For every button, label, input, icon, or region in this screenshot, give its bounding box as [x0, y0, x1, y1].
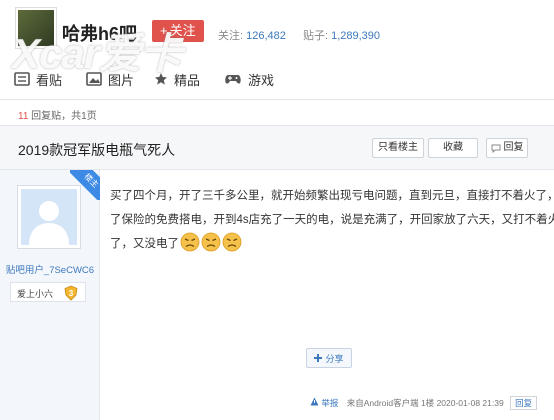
- posts-count: 1,289,390: [331, 30, 381, 42]
- post-title: 2019款冠军版电瓶气死人: [18, 142, 176, 158]
- only-op-button[interactable]: 只看楼主: [372, 138, 424, 158]
- report-link[interactable]: 举报: [321, 398, 338, 408]
- reply-page-info: 回复贴，共1页: [28, 111, 97, 122]
- client-source: 来自Android客户端: [346, 398, 419, 408]
- angry-emoji-icon: [222, 232, 242, 252]
- favorite-button[interactable]: 收藏: [428, 138, 478, 158]
- followers-label: 关注:: [218, 30, 244, 42]
- tab-games[interactable]: 游戏: [224, 66, 274, 92]
- default-avatar-icon: [21, 189, 77, 245]
- floor-number: 1楼: [420, 398, 435, 408]
- angry-emoji-icon: [201, 232, 221, 252]
- forum-header: 哈弗h6吧 + 关注 关注: 126,482 贴子: 1,289,390 看贴 图…: [0, 0, 554, 100]
- post-title-bar: 2019款冠军版电瓶气死人 只看楼主 收藏 回复: [0, 126, 554, 170]
- author-sidebar: 楼主 贴吧用户_7SeCWC6 爱上小六 3: [0, 170, 100, 420]
- content-line: 买了四个月，开了三千多公里，就开始频繁出现亏电问题，直到元旦，直接打不着火了，叫: [110, 190, 554, 202]
- level-badge[interactable]: 爱上小六 3: [10, 282, 86, 302]
- forum-stats: 关注: 126,482 贴子: 1,289,390: [218, 27, 394, 43]
- level-number: 3: [69, 289, 74, 298]
- watermark-text: Xcar爱卡: [12, 30, 182, 77]
- gamepad-icon: [225, 75, 241, 84]
- posts-label: 贴子:: [302, 30, 329, 42]
- followers-count: 126,482: [246, 30, 286, 42]
- angry-emoji-icon: [180, 232, 200, 252]
- reply-count-bar: 11 回复贴，共1页: [0, 100, 554, 126]
- reply-label: 回复: [503, 142, 524, 153]
- footer-reply-button[interactable]: 回复: [510, 396, 538, 410]
- level-name: 爱上小六: [17, 289, 54, 299]
- share-label: 分享: [325, 353, 344, 364]
- content-line: 了，又没电了: [110, 238, 179, 250]
- op-corner-badge: 楼主: [70, 170, 100, 200]
- op-tag: 楼主: [70, 170, 100, 200]
- post: 2019款冠军版电瓶气死人 只看楼主 收藏 回复 楼主 贴吧用户_7SeCWC6…: [0, 126, 554, 420]
- tab-label: 游戏: [248, 72, 275, 88]
- xcar-watermark: Xcar爱卡: [12, 20, 182, 81]
- level-shield-icon: 3: [64, 285, 78, 301]
- warning-icon: [310, 397, 319, 406]
- reply-button[interactable]: 回复: [486, 138, 528, 158]
- plus-icon: [314, 354, 323, 362]
- post-content: 买了四个月，开了三千多公里，就开始频繁出现亏电问题，直到元旦，直接打不着火了，叫…: [110, 184, 554, 256]
- content-line: 了保险的免费搭电，开到4s店充了一天的电，说是充满了，开回家放了六天，又打不着火: [110, 214, 554, 226]
- reply-count-text: 11 回复贴，共1页: [18, 107, 97, 122]
- post-footer: 举报 来自Android客户端 1楼 2020-01-08 21:39 回复: [310, 396, 538, 410]
- author-username[interactable]: 贴吧用户_7SeCWC6: [0, 262, 100, 276]
- reply-count: 11: [18, 111, 29, 122]
- share-button[interactable]: 分享: [306, 348, 352, 368]
- content-line-last: 了，又没电了: [110, 232, 550, 256]
- post-time: 2020-01-08 21:39: [436, 398, 504, 408]
- comment-icon: [491, 144, 500, 153]
